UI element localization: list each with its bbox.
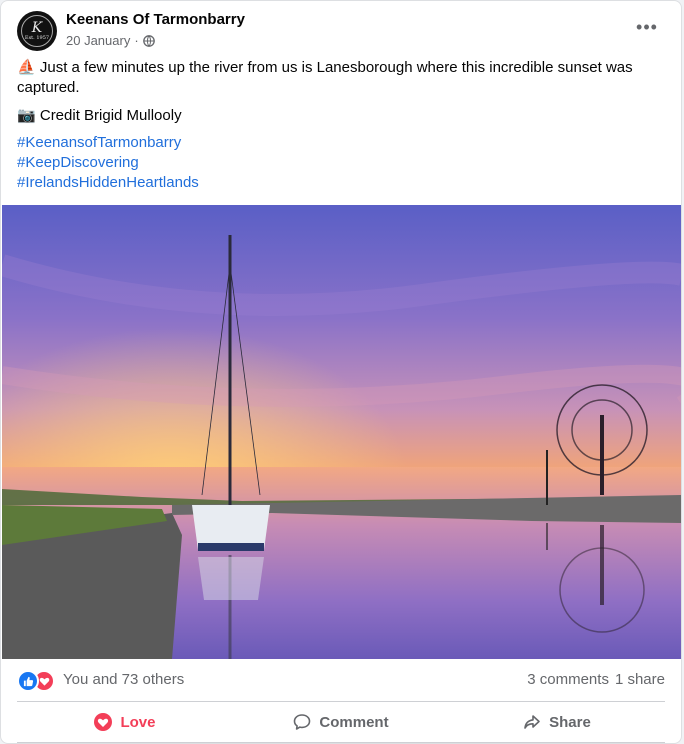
post-body: ⛵ Just a few minutes up the river from u… bbox=[17, 58, 667, 134]
comment-button[interactable]: Comment bbox=[233, 705, 449, 739]
reaction-icons[interactable] bbox=[17, 669, 57, 692]
divider bbox=[17, 742, 665, 743]
thumbs-up-icon bbox=[23, 676, 33, 686]
post-meta: 20 January · bbox=[66, 33, 155, 48]
heart-icon bbox=[94, 713, 113, 731]
reactions-count[interactable]: You and 73 others bbox=[63, 671, 184, 688]
shares-count[interactable]: 1 share bbox=[615, 671, 665, 688]
post-header: K Est. 1957 Keenans Of Tarmonbarry 20 Ja… bbox=[17, 11, 665, 51]
post-photo[interactable] bbox=[2, 205, 682, 659]
comments-count[interactable]: 3 comments bbox=[527, 671, 609, 688]
like-reaction-icon bbox=[17, 670, 39, 692]
comment-label: Comment bbox=[319, 713, 389, 731]
divider bbox=[17, 701, 665, 702]
engagement-counts: 3 comments 1 share bbox=[527, 671, 665, 688]
camera-emoji: 📷 bbox=[17, 107, 36, 124]
post-card: K Est. 1957 Keenans Of Tarmonbarry 20 Ja… bbox=[0, 0, 682, 744]
meta-separator: · bbox=[134, 33, 139, 48]
sailboat-emoji: ⛵ bbox=[17, 59, 36, 76]
body-line-1: ⛵ Just a few minutes up the river from u… bbox=[17, 58, 667, 98]
reactions-bar: You and 73 others 3 comments 1 share bbox=[17, 669, 665, 692]
post-date[interactable]: 20 January bbox=[66, 33, 130, 48]
hashtag-list: #KeenansofTarmonbarry #KeepDiscovering #… bbox=[17, 133, 199, 193]
avatar-letter: K bbox=[31, 20, 43, 36]
hashtag-link[interactable]: #IrelandsHiddenHeartlands bbox=[17, 173, 199, 193]
share-button[interactable]: Share bbox=[449, 705, 665, 739]
page-name-link[interactable]: Keenans Of Tarmonbarry bbox=[66, 11, 245, 28]
comment-icon bbox=[294, 714, 311, 730]
body-line-2: 📷 Credit Brigid Mullooly bbox=[17, 106, 667, 126]
globe-icon bbox=[142, 34, 155, 47]
hashtag-link[interactable]: #KeenansofTarmonbarry bbox=[17, 133, 199, 153]
hashtag-link[interactable]: #KeepDiscovering bbox=[17, 153, 199, 173]
share-icon bbox=[524, 715, 540, 729]
more-icon: ••• bbox=[636, 17, 658, 37]
love-label: Love bbox=[120, 713, 156, 731]
body-line-2-text: Credit Brigid Mullooly bbox=[39, 107, 182, 124]
avatar-subtext: Est. 1957 bbox=[24, 35, 50, 41]
more-options-button[interactable]: ••• bbox=[633, 17, 661, 37]
avatar-logo: K Est. 1957 bbox=[21, 15, 53, 47]
heart-icon bbox=[39, 677, 49, 686]
body-line-1-text: Just a few minutes up the river from us … bbox=[17, 59, 633, 96]
love-button[interactable]: Love bbox=[17, 705, 233, 739]
share-label: Share bbox=[549, 713, 591, 731]
action-bar: Love Comment Share bbox=[17, 705, 665, 739]
page-avatar[interactable]: K Est. 1957 bbox=[17, 11, 57, 51]
